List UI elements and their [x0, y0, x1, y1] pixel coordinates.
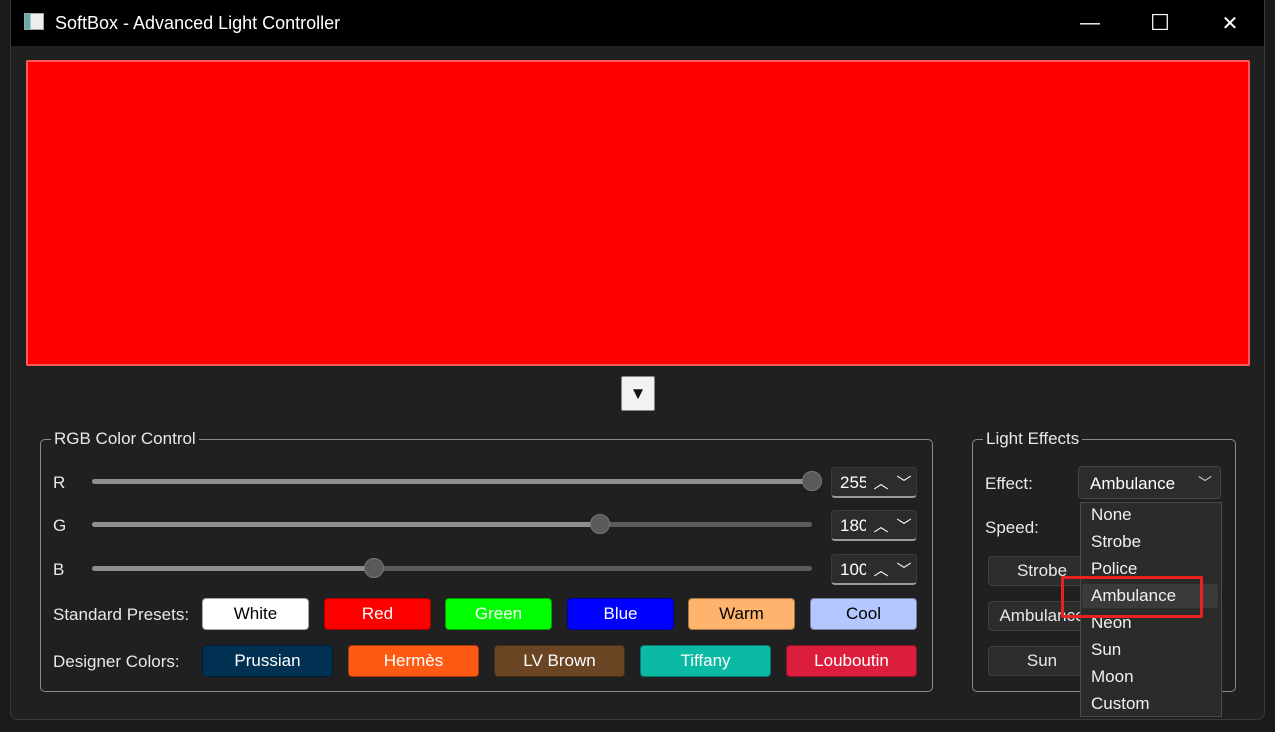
- preset-cool-button[interactable]: Cool: [810, 598, 917, 630]
- r-slider-fill: [92, 479, 812, 484]
- preset-green-button[interactable]: Green: [445, 598, 552, 630]
- effect-select[interactable]: Ambulance ﹀: [1078, 466, 1221, 499]
- preset-red-button[interactable]: Red: [324, 598, 431, 630]
- g-decrement-icon[interactable]: ﹀: [894, 514, 914, 536]
- g-label: G: [53, 516, 67, 535]
- designer-tiffany-button[interactable]: Tiffany: [640, 645, 771, 677]
- g-spinbox[interactable]: 180 ︿ ﹀: [831, 510, 917, 541]
- b-slider-fill: [92, 566, 375, 571]
- designer-lv-brown-button[interactable]: LV Brown: [494, 645, 625, 677]
- designer-louboutin-button[interactable]: Louboutin: [786, 645, 917, 677]
- option-moon[interactable]: Moon: [1091, 667, 1134, 687]
- collapse-toggle-button[interactable]: ▼: [621, 376, 655, 411]
- b-increment-icon[interactable]: ︿: [871, 558, 891, 580]
- option-custom[interactable]: Custom: [1091, 694, 1150, 714]
- g-value[interactable]: 180: [840, 516, 866, 536]
- maximize-button[interactable]: ☐: [1125, 0, 1195, 46]
- title-bar: SoftBox - Advanced Light Controller — ☐ …: [11, 0, 1264, 46]
- preset-blue-button[interactable]: Blue: [567, 598, 674, 630]
- rgb-group-title: RGB Color Control: [51, 429, 199, 449]
- close-button[interactable]: ✕: [1195, 0, 1265, 46]
- effect-selected-value: Ambulance: [1090, 474, 1176, 493]
- g-increment-icon[interactable]: ︿: [871, 514, 891, 536]
- r-slider-thumb[interactable]: [802, 471, 822, 491]
- app-icon: [24, 13, 44, 30]
- b-spinbox[interactable]: 100 ︿ ﹀: [831, 554, 917, 585]
- designer-colors-label: Designer Colors:: [53, 652, 180, 671]
- minimize-button[interactable]: —: [1055, 0, 1125, 46]
- option-strobe[interactable]: Strobe: [1091, 532, 1141, 552]
- option-none[interactable]: None: [1091, 505, 1132, 525]
- g-slider[interactable]: [92, 514, 812, 534]
- r-decrement-icon[interactable]: ﹀: [894, 471, 914, 493]
- effect-label: Effect:: [985, 474, 1033, 493]
- standard-presets-label: Standard Presets:: [53, 605, 190, 624]
- r-spinbox[interactable]: 255 ︿ ﹀: [831, 467, 917, 498]
- r-slider[interactable]: [92, 471, 822, 491]
- speed-label: Speed:: [985, 518, 1039, 537]
- r-value[interactable]: 255: [840, 473, 866, 493]
- b-decrement-icon[interactable]: ﹀: [894, 558, 914, 580]
- window-title: SoftBox - Advanced Light Controller: [55, 13, 341, 33]
- annotation-highlight-box: [1061, 576, 1203, 618]
- designer-prussian-button[interactable]: Prussian: [202, 645, 333, 677]
- light-effects-title: Light Effects: [983, 429, 1083, 449]
- preset-warm-button[interactable]: Warm: [688, 598, 795, 630]
- chevron-down-icon: ﹀: [1198, 475, 1212, 491]
- b-label: B: [53, 560, 65, 579]
- designer-hermes-button[interactable]: Hermès: [348, 645, 479, 677]
- b-value[interactable]: 100: [840, 560, 866, 580]
- preset-white-button[interactable]: White: [202, 598, 309, 630]
- color-preview: [26, 60, 1250, 366]
- app-window: SoftBox - Advanced Light Controller — ☐ …: [10, 0, 1265, 720]
- r-label: R: [53, 473, 66, 492]
- option-sun[interactable]: Sun: [1091, 640, 1121, 660]
- r-increment-icon[interactable]: ︿: [871, 471, 891, 493]
- b-slider[interactable]: [92, 558, 812, 578]
- g-slider-fill: [92, 522, 601, 527]
